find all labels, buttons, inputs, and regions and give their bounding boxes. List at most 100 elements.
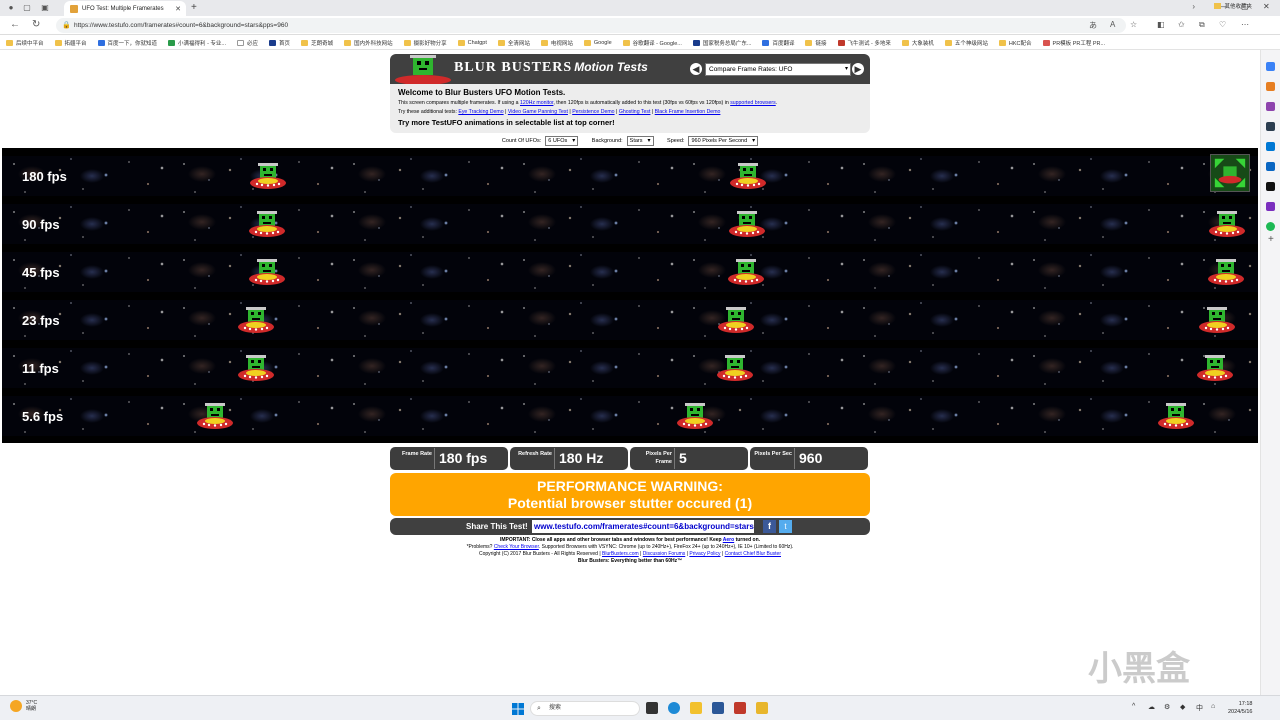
tools-icon[interactable]	[1266, 102, 1275, 111]
network-icon[interactable]: ⌂	[1211, 703, 1215, 710]
bookmark-item[interactable]: 芝朗奇城	[301, 39, 333, 47]
refresh-icon[interactable]: ↻	[32, 19, 40, 30]
speed-select[interactable]: 960 Pixels Per Second	[688, 136, 759, 146]
prev-test-button[interactable]: ◀	[690, 63, 702, 75]
tray-app-icon[interactable]: ◆	[1180, 703, 1185, 711]
page-content: BLUR BUSTERS Motion Tests ◀ ▶ Compare Fra…	[0, 51, 1260, 695]
system-clock[interactable]: 17:18 2024/5/16	[1228, 700, 1252, 716]
bookmark-item[interactable]: 谷歌翻译 - Google...	[622, 39, 682, 47]
bookmark-item[interactable]: HKC配合	[998, 39, 1032, 47]
edge-icon[interactable]	[668, 702, 680, 714]
twitter-icon[interactable]: t	[779, 520, 792, 533]
bookmark-item[interactable]: 国内外科技网站	[344, 39, 393, 47]
fullscreen-icon[interactable]	[1210, 154, 1250, 192]
link-ghosting[interactable]: Ghosting Test	[619, 109, 651, 115]
share-url-field[interactable]: www.testufo.com/framerates#count=6&backg…	[532, 520, 754, 533]
link-privacy[interactable]: Privacy Policy	[689, 551, 720, 557]
lock-icon[interactable]: 🔒	[62, 18, 71, 33]
office-icon[interactable]	[1266, 142, 1275, 151]
link-forums[interactable]: Discussion Forums	[643, 551, 686, 557]
bookmark-item[interactable]: 拓疆平台	[54, 39, 87, 47]
read-aloud-icon[interactable]: A	[1110, 20, 1115, 29]
bookmark-item[interactable]: 全清网站	[497, 39, 530, 47]
close-tab-icon[interactable]: ✕	[175, 5, 181, 13]
next-test-button[interactable]: ▶	[852, 63, 864, 75]
count-select[interactable]: 6 UFOs	[545, 136, 579, 146]
collections-icon[interactable]: ⧉	[1199, 20, 1205, 30]
tray-arrow-icon[interactable]: ^	[1132, 703, 1135, 710]
link-aero[interactable]: Aero	[723, 537, 734, 543]
link-supported-browsers[interactable]: supported browsers	[730, 100, 776, 106]
bookmark-item[interactable]: 国家税务总局广东...	[692, 39, 751, 47]
taskbar-search[interactable]: ⌕ 搜索	[530, 701, 640, 716]
bookmark-item[interactable]: 链接	[805, 39, 827, 47]
add-sidebar-icon[interactable]: +	[1268, 234, 1280, 246]
bookmark-item[interactable]: Chatgpt	[457, 39, 487, 46]
task-view-icon[interactable]	[646, 702, 658, 714]
bookmark-item[interactable]: 电视网站	[540, 39, 573, 47]
bookmark-item[interactable]: Google	[583, 39, 612, 46]
bookmark-item[interactable]: 必应	[237, 39, 258, 47]
bookmark-item[interactable]: 百度翻译	[762, 39, 794, 47]
bookmark-item[interactable]: 飞牛测试 - 多地来	[837, 39, 891, 47]
outlook-icon[interactable]	[1266, 162, 1275, 171]
bookmark-item[interactable]: 百度一下，你就知道	[97, 39, 157, 47]
bookmark-item[interactable]: 小满福得利 - 专业...	[168, 39, 226, 47]
workspaces-icon[interactable]: ▢	[22, 3, 32, 13]
folder-icon	[6, 39, 13, 46]
link-video-game-panning[interactable]: Video Game Panning Test	[508, 109, 568, 115]
ufo-icon	[718, 307, 754, 333]
bookmark-item[interactable]: PR模板 PR工程 PR...	[1042, 39, 1105, 47]
link-120hz-monitor[interactable]: 120Hz monitor	[520, 100, 553, 106]
settings-icon[interactable]: ⚙	[1164, 703, 1170, 711]
link-check-browser[interactable]: Check Your Browser	[494, 544, 539, 550]
speed-label: Speed:	[667, 138, 685, 144]
send-icon[interactable]	[1266, 182, 1275, 191]
back-icon[interactable]: ←	[10, 19, 20, 30]
link-persistence[interactable]: Persistence Demo	[572, 109, 614, 115]
facebook-icon[interactable]: f	[763, 520, 776, 533]
translate-icon[interactable]: あ	[1089, 20, 1097, 31]
link-blurbusters[interactable]: BlurBusters.com	[602, 551, 639, 557]
tab-active[interactable]: UFO Test: Multiple Framerates ✕	[64, 1, 186, 16]
ufo-logo-icon[interactable]	[394, 54, 452, 84]
bookmark-item[interactable]: 五个神级网站	[944, 39, 988, 47]
spotify-icon[interactable]	[1266, 222, 1275, 231]
shopping-icon[interactable]	[1266, 82, 1275, 91]
test-selector-dropdown[interactable]: Compare Frame Rates: UFO ▾	[705, 63, 851, 76]
background-select[interactable]: Stars	[626, 136, 654, 146]
bookmarks-bar: 后续中平台 拓疆平台 百度一下，你就知道 小满福得利 - 专业... 必应 首页…	[0, 36, 1280, 50]
word-icon[interactable]	[712, 702, 724, 714]
file-explorer-icon[interactable]	[690, 702, 702, 714]
weather-widget[interactable]: 37°C 晴朗	[10, 700, 37, 712]
new-tab-icon[interactable]: +	[191, 2, 197, 13]
bookmark-item[interactable]: 后续中平台	[6, 39, 44, 47]
other-bookmarks[interactable]: 其他收藏夹	[1214, 2, 1252, 10]
more-icon[interactable]: ⋯	[1241, 20, 1249, 29]
app-icon[interactable]	[734, 702, 746, 714]
extensions-icon[interactable]: ♡	[1219, 20, 1226, 29]
ime-indicator[interactable]: 中	[1196, 703, 1203, 713]
games-icon[interactable]	[1266, 122, 1275, 131]
lane-45fps: 45 fps	[2, 252, 1258, 292]
bookmark-item[interactable]: 摄影好物分享	[403, 39, 447, 47]
bookmark-item[interactable]: 首页	[269, 39, 290, 47]
favorites-icon[interactable]: ✩	[1178, 20, 1185, 29]
profile-icon[interactable]: ●	[6, 3, 16, 13]
bookmarks-overflow-icon[interactable]: ›	[1192, 2, 1195, 11]
close-window-icon[interactable]: ✕	[1263, 2, 1270, 11]
tab-actions-icon[interactable]: ▣	[40, 3, 50, 13]
link-black-frame-insertion[interactable]: Black Frame Insertion Demo	[655, 109, 721, 115]
onenote-icon[interactable]	[1266, 202, 1275, 211]
windows-start-icon[interactable]	[512, 703, 524, 715]
ufo-browser-icon[interactable]	[756, 702, 768, 714]
cloud-icon[interactable]: ☁	[1148, 703, 1155, 711]
link-contact[interactable]: Contact Chief Blur Buster	[725, 551, 781, 557]
bookmark-item[interactable]: 大象装机	[901, 39, 934, 47]
split-screen-icon[interactable]: ◧	[1157, 20, 1165, 29]
link-eye-tracking[interactable]: Eye Tracking Demo	[458, 109, 503, 115]
favorite-star-icon[interactable]: ☆	[1130, 20, 1137, 29]
search-sidebar-icon[interactable]	[1266, 62, 1275, 71]
url-field[interactable]: 🔒 https://www.testufo.com/framerates#cou…	[56, 18, 1126, 33]
ufo-icon	[677, 403, 713, 429]
